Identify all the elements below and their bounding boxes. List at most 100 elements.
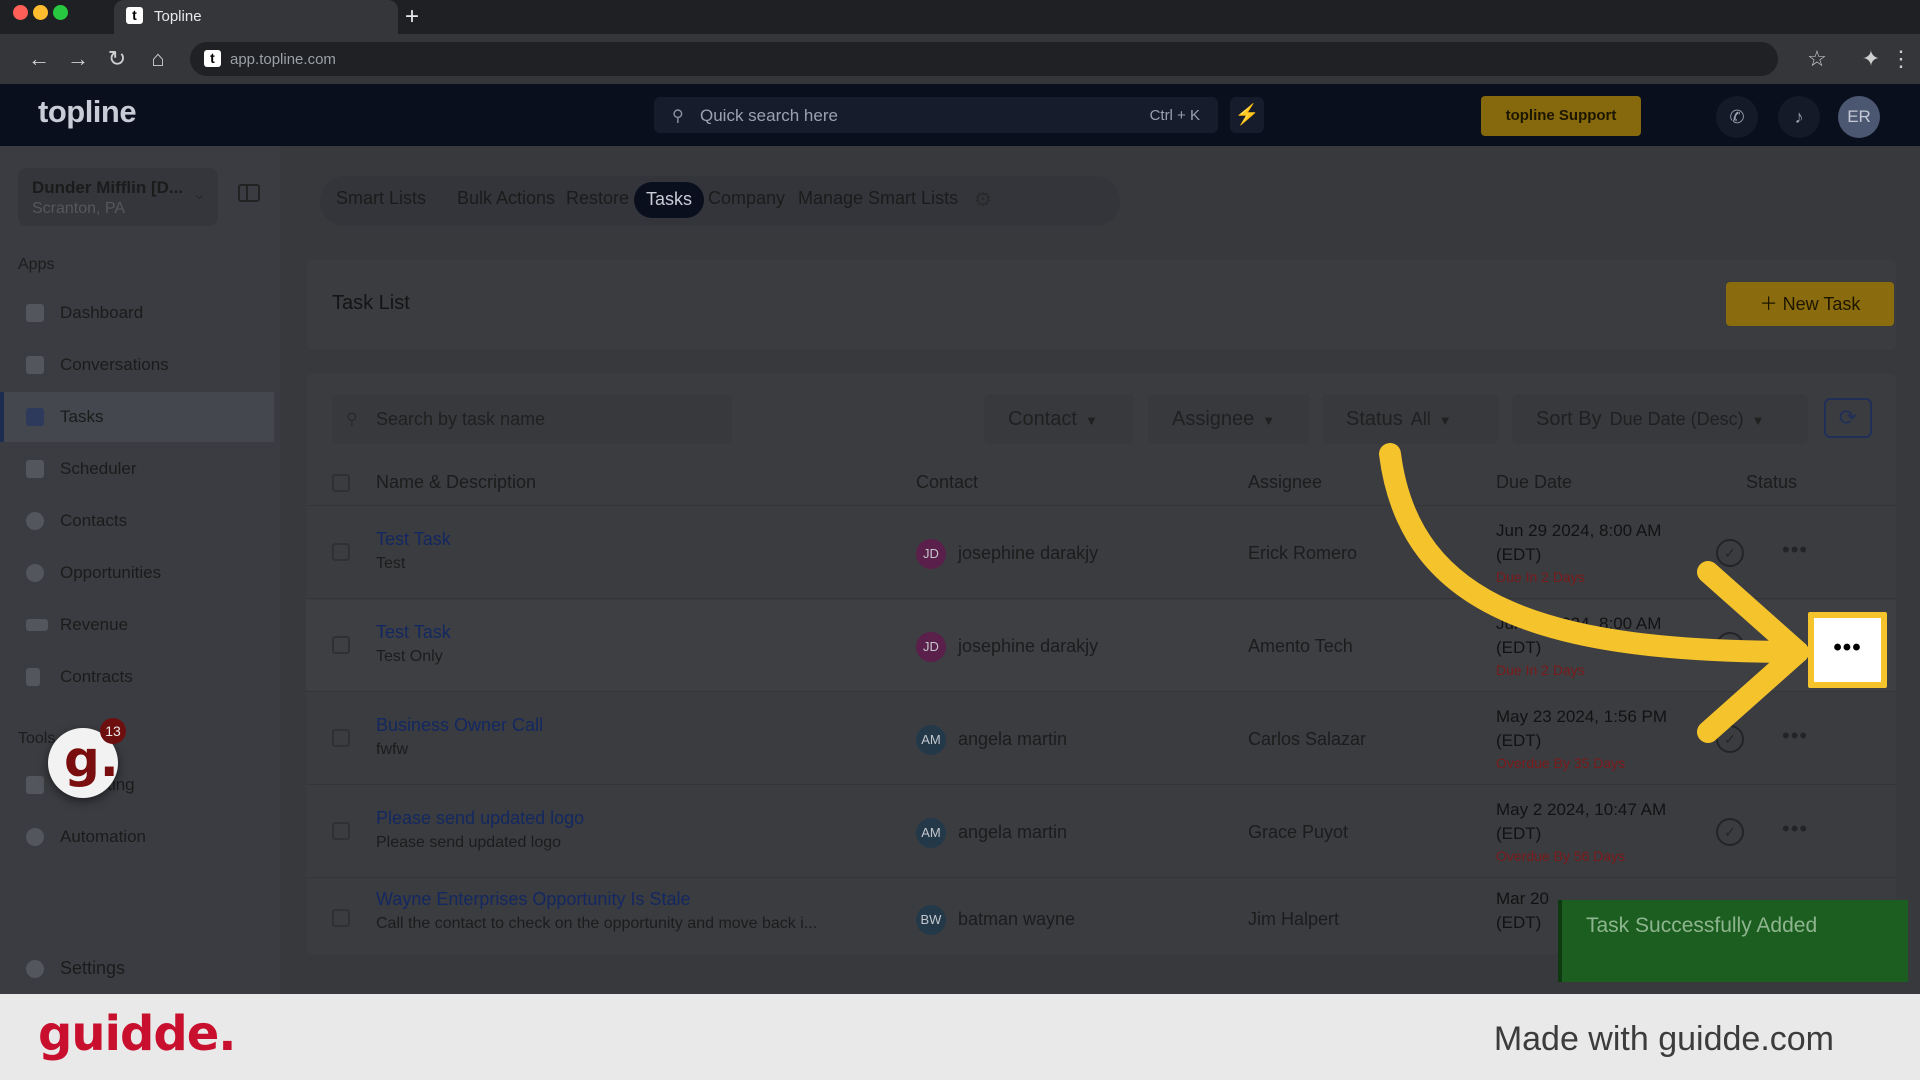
new-tab-button[interactable]: + — [405, 3, 419, 31]
target-icon — [26, 564, 44, 582]
minimize-window-button[interactable] — [33, 5, 48, 20]
calendar-icon — [26, 460, 44, 478]
back-icon[interactable]: ← — [24, 46, 54, 72]
page-title: Task List — [332, 292, 410, 314]
select-all-checkbox[interactable] — [332, 474, 350, 492]
search-shortcut: Ctrl + K — [1149, 107, 1200, 124]
complete-check-icon[interactable]: ✓ — [1716, 818, 1744, 846]
sidebar-item-revenue[interactable]: Revenue — [0, 600, 274, 650]
sidebar-item-contacts[interactable]: Contacts — [0, 496, 274, 546]
due-date-text: Mar 20 — [1496, 889, 1549, 908]
contact-filter-label: Contact — [1008, 408, 1077, 430]
sort-by-select[interactable]: Sort By Due Date (Desc) ▼ — [1512, 394, 1808, 444]
contact-name[interactable]: josephine darakjy — [958, 636, 1098, 657]
maximize-window-button[interactable] — [53, 5, 68, 20]
status-filter-value: All — [1410, 409, 1431, 429]
task-name-link[interactable]: Wayne Enterprises Opportunity Is Stale — [376, 889, 690, 910]
phone-icon[interactable]: ✆ — [1716, 96, 1758, 138]
sidebar-item-contracts[interactable]: Contracts — [0, 652, 274, 702]
guidde-footer: guidde. Made with guidde.com — [0, 994, 1920, 1080]
contact-avatar: AM — [916, 725, 946, 755]
due-timezone: (EDT) — [1496, 913, 1542, 932]
sidebar-item-label: Revenue — [60, 615, 129, 634]
forward-icon[interactable]: → — [63, 46, 93, 72]
row-checkbox[interactable] — [332, 543, 350, 561]
gears-icon — [26, 828, 44, 846]
browser-tab[interactable]: t Topline — [114, 0, 398, 34]
reload-icon[interactable]: ↻ — [102, 46, 132, 72]
browser-tab-bar: t Topline + — [0, 0, 1920, 34]
support-button[interactable]: topline Support — [1481, 96, 1641, 136]
tab-bulk-actions[interactable]: Bulk Actions — [457, 188, 555, 209]
task-name-link[interactable]: Business Owner Call — [376, 715, 543, 736]
lightning-icon[interactable]: ⚡ — [1230, 97, 1264, 133]
task-description: fwfw — [376, 741, 408, 758]
task-search-placeholder: Search by task name — [376, 409, 546, 429]
header-name: Name & Description — [376, 472, 537, 492]
address-bar[interactable]: t app.topline.com — [190, 42, 1778, 76]
sidebar-item-label: Opportunities — [60, 563, 162, 582]
url-text: app.topline.com — [230, 51, 336, 68]
collapse-sidebar-icon[interactable] — [238, 184, 260, 202]
quick-search-input[interactable]: ⚲ Quick search here Ctrl + K — [654, 97, 1218, 133]
sidebar-item-tasks[interactable]: Tasks — [0, 392, 274, 442]
sidebar-item-marketing[interactable]: Marketing — [0, 760, 274, 810]
row-checkbox[interactable] — [332, 909, 350, 927]
sidebar-item-dashboard[interactable]: Dashboard — [0, 288, 274, 338]
status-filter-label: Status — [1346, 408, 1403, 430]
sidebar: Dunder Mifflin [D... Scranton, PA ⌄ Apps… — [0, 146, 280, 994]
assignee-name: Carlos Salazar — [1248, 729, 1367, 749]
task-search-input[interactable]: ⚲ Search by task name — [332, 394, 732, 444]
assignee-name: Amento Tech — [1248, 636, 1353, 656]
contact-name[interactable]: angela martin — [958, 729, 1067, 750]
sidebar-item-label: Tasks — [60, 407, 104, 426]
tab-restore[interactable]: Restore — [566, 188, 629, 209]
user-avatar[interactable]: ER — [1838, 96, 1880, 138]
tab-smart-lists[interactable]: Smart Lists — [336, 188, 426, 209]
contact-name[interactable]: batman wayne — [958, 909, 1075, 930]
row-checkbox[interactable] — [332, 822, 350, 840]
guidde-widget-button[interactable]: g. 13 — [48, 718, 126, 798]
sidebar-item-settings[interactable]: Settings — [0, 946, 274, 990]
task-name-link[interactable]: Please send updated logo — [376, 808, 584, 829]
highlighted-more-options-button[interactable]: ••• — [1808, 612, 1887, 688]
tab-manage-smart-lists[interactable]: Manage Smart Lists — [798, 188, 958, 209]
contact-filter[interactable]: Contact ▼ — [984, 394, 1134, 444]
sidebar-item-opportunities[interactable]: Opportunities — [0, 548, 274, 598]
contact-name[interactable]: josephine darakjy — [958, 543, 1098, 564]
due-note: Overdue By 35 Days — [1496, 755, 1626, 771]
contact-name[interactable]: angela martin — [958, 822, 1067, 843]
row-checkbox[interactable] — [332, 636, 350, 654]
table-row[interactable]: Please send updated logo Please send upd… — [306, 786, 1896, 878]
sidebar-item-scheduler[interactable]: Scheduler — [0, 444, 274, 494]
header-contact: Contact — [916, 472, 979, 492]
home-icon[interactable]: ⌂ — [143, 46, 173, 72]
extensions-icon[interactable]: ✦ — [1856, 46, 1886, 72]
settings-gear-icon[interactable]: ⚙ — [974, 187, 992, 212]
assignee-filter[interactable]: Assignee ▼ — [1148, 394, 1310, 444]
sidebar-item-conversations[interactable]: Conversations — [0, 340, 274, 390]
bookmark-star-icon[interactable]: ☆ — [1802, 46, 1832, 72]
favicon-icon: t — [126, 7, 143, 24]
more-options-icon[interactable]: ••• — [1782, 816, 1808, 842]
new-task-button[interactable]: ＋ New Task — [1726, 282, 1894, 326]
assignee-name: Erick Romero — [1248, 543, 1358, 563]
browser-menu-icon[interactable]: ⋮ — [1886, 46, 1916, 72]
close-window-button[interactable] — [13, 5, 28, 20]
sidebar-item-automation[interactable]: Automation — [0, 812, 274, 862]
apps-section-label: Apps — [18, 256, 55, 273]
task-description: Test — [376, 555, 406, 572]
tab-tasks[interactable]: Tasks — [634, 182, 705, 218]
tab-company[interactable]: Company — [708, 188, 785, 209]
assignee-name: Jim Halpert — [1248, 909, 1340, 929]
refresh-icon[interactable]: ⟳ — [1824, 398, 1872, 438]
gear-icon — [26, 960, 44, 978]
task-name-link[interactable]: Test Task — [376, 622, 451, 643]
task-name-link[interactable]: Test Task — [376, 529, 451, 550]
status-filter[interactable]: Status All ▼ — [1322, 394, 1498, 444]
bell-icon[interactable]: ♪ — [1778, 96, 1820, 138]
org-switcher[interactable]: Dunder Mifflin [D... Scranton, PA ⌄ — [18, 168, 218, 226]
site-icon: t — [204, 50, 221, 67]
sort-by-label: Sort By — [1536, 408, 1602, 430]
row-checkbox[interactable] — [332, 729, 350, 747]
